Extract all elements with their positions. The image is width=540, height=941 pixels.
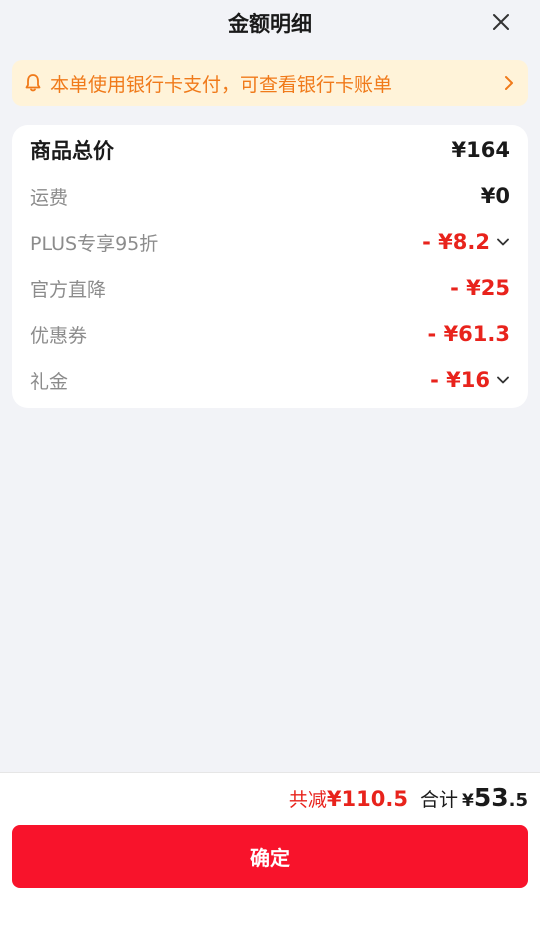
order-summary: 共减 ¥110.5 合计 ¥ 53 .5 (289, 783, 528, 815)
bank-card-notice[interactable]: 本单使用银行卡支付，可查看银行卡账单 (12, 60, 528, 106)
page-title: 金额明细 (228, 12, 312, 36)
confirm-button[interactable]: 确定 (12, 825, 528, 888)
total-decimal: .5 (508, 790, 528, 811)
row-label: 礼金 (30, 370, 69, 393)
row-label: PLUS专享95折 (30, 232, 159, 255)
row-value-wrap: - ¥8.2 (422, 230, 510, 254)
close-icon[interactable] (488, 9, 514, 35)
saved-value: ¥110.5 (326, 787, 408, 811)
row-value: - ¥25 (450, 276, 510, 300)
row-coupon: 优惠券 - ¥61.3 (30, 318, 510, 350)
total-currency: ¥ (461, 791, 474, 811)
header: 金额明细 (0, 0, 540, 46)
footer-bar: 共减 ¥110.5 合计 ¥ 53 .5 确定 (0, 772, 540, 941)
row-label: 官方直降 (30, 278, 107, 301)
row-plus-discount[interactable]: PLUS专享95折 - ¥8.2 (30, 226, 510, 258)
row-label: 优惠券 (30, 324, 88, 347)
chevron-down-icon[interactable] (496, 373, 510, 387)
chevron-right-icon (502, 73, 516, 93)
row-label: 运费 (30, 186, 69, 209)
row-value: - ¥8.2 (422, 230, 490, 254)
row-value-wrap: - ¥16 (430, 368, 510, 392)
total-integer: 53 (473, 783, 509, 812)
bell-icon (24, 73, 42, 93)
row-shipping: 运费 ¥0 (30, 180, 510, 212)
price-breakdown-card: 商品总价 ¥164 运费 ¥0 PLUS专享95折 - ¥8.2 官方直降 - … (12, 125, 528, 408)
saved-label: 共减 (288, 789, 327, 811)
row-goods-total: 商品总价 ¥164 (30, 134, 510, 166)
notice-text: 本单使用银行卡支付，可查看银行卡账单 (50, 73, 393, 96)
row-value: - ¥16 (430, 368, 490, 392)
row-value: ¥0 (480, 184, 510, 208)
row-label: 商品总价 (30, 139, 114, 163)
row-gift-money[interactable]: 礼金 - ¥16 (30, 364, 510, 396)
row-value: - ¥61.3 (427, 322, 510, 346)
row-official-reduction: 官方直降 - ¥25 (30, 272, 510, 304)
total-label: 合计 (419, 789, 458, 811)
row-value: ¥164 (451, 138, 510, 162)
chevron-down-icon[interactable] (496, 235, 510, 249)
